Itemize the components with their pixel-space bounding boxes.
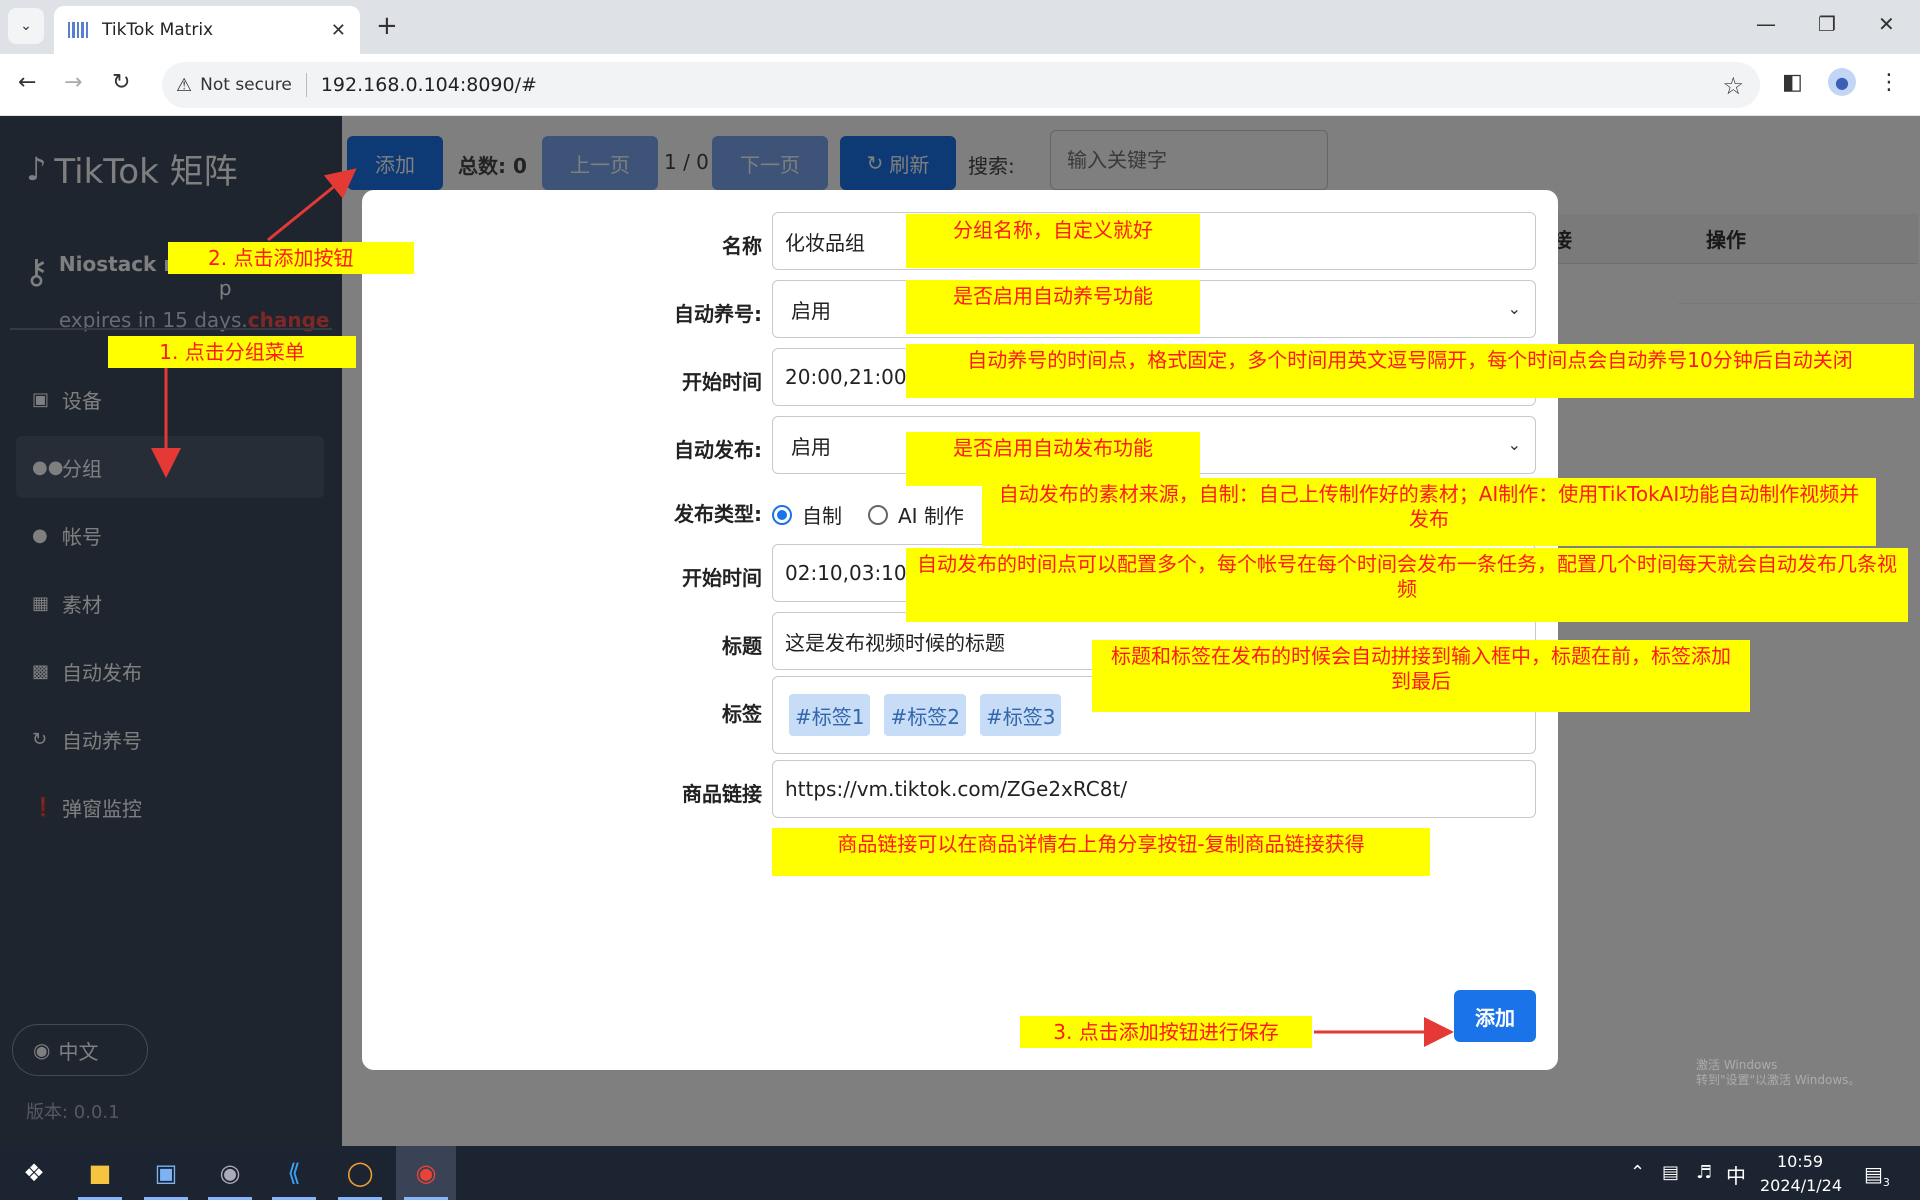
network-icon[interactable]: ▤	[1662, 1162, 1679, 1183]
vscode-icon[interactable]: ⟪	[264, 1146, 324, 1200]
new-tab-button[interactable]: +	[376, 12, 398, 40]
browser-tab-bar: ⌄ TikTok Matrix ✕ + — ❐ ✕	[0, 0, 1920, 54]
browser-tab[interactable]: TikTok Matrix ✕	[54, 6, 360, 54]
file-explorer-icon[interactable]: ■	[70, 1146, 130, 1200]
warning-icon: ⚠	[176, 74, 193, 96]
volume-icon[interactable]: ♬	[1696, 1162, 1712, 1183]
close-icon[interactable]: ✕	[331, 20, 346, 41]
system-clock[interactable]: 10:59 2024/1/24	[1760, 1150, 1842, 1198]
reload-icon[interactable]: ↻	[112, 70, 130, 95]
ime-indicator[interactable]: 中	[1726, 1160, 1746, 1189]
security-status[interactable]: Not secure	[200, 75, 292, 95]
forward-icon[interactable]: →	[64, 70, 82, 95]
address-bar[interactable]: ⚠ Not secure 192.168.0.104:8090/# ☆	[162, 62, 1760, 108]
url-text[interactable]: 192.168.0.104:8090/#	[321, 74, 537, 96]
app-root: ♪ TikTok 矩阵 ⚷ Niostack n p expires in 15…	[0, 116, 1920, 1146]
activation-watermark: 激活 Windows 转到"设置"以激活 Windows。	[1696, 1058, 1861, 1087]
arrow-to-add-button	[267, 168, 357, 242]
notification-icon[interactable]: ▤3	[1864, 1162, 1890, 1189]
barcode-favicon-icon	[68, 21, 88, 39]
window-close-icon[interactable]: ✕	[1878, 12, 1895, 36]
windows-start-icon[interactable]: ❖	[4, 1146, 64, 1200]
chevron-down-icon: ⌄	[20, 18, 32, 34]
bookmark-star-icon[interactable]: ☆	[1722, 72, 1744, 100]
separator	[305, 73, 307, 97]
app-icon[interactable]: ◯	[330, 1146, 390, 1200]
tab-search-button[interactable]: ⌄	[8, 8, 44, 44]
side-panel-icon[interactable]: ◧	[1782, 70, 1803, 95]
browser-toolbar: ← → ↻ ⚠ Not secure 192.168.0.104:8090/# …	[0, 54, 1920, 116]
remote-desktop-icon[interactable]: ▣	[136, 1146, 196, 1200]
annotation-arrows	[151, 168, 1454, 1047]
chevron-up-icon[interactable]: ⌃	[1630, 1162, 1645, 1183]
terminal-app-icon[interactable]: ◉	[200, 1146, 260, 1200]
back-icon[interactable]: ←	[18, 70, 36, 95]
profile-avatar-icon[interactable]: ●	[1828, 68, 1856, 96]
chrome-icon[interactable]: ◉	[396, 1146, 456, 1200]
more-menu-icon[interactable]: ⋮	[1878, 70, 1900, 95]
restore-icon[interactable]: ❐	[1818, 12, 1836, 36]
tab-title: TikTok Matrix	[102, 20, 214, 40]
windows-taskbar: ❖ ■ ▣ ◉ ⟪ ◯ ◉ ⌃ ▤ ♬ 中 10:59 2024/1/24 ▤3	[0, 1146, 1920, 1200]
minimize-icon[interactable]: —	[1756, 12, 1776, 36]
